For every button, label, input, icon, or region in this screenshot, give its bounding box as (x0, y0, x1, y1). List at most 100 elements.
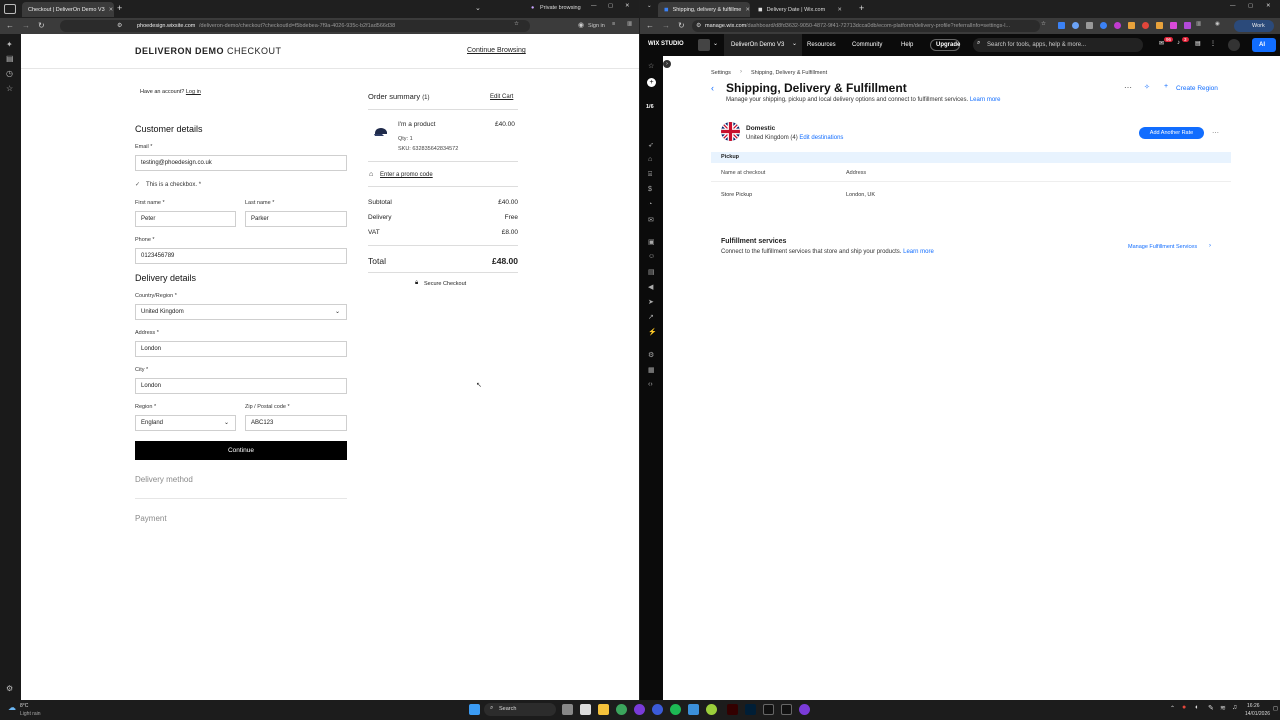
close-icon[interactable]: ✕ (745, 7, 750, 13)
store-icon[interactable]: ⌸ (648, 171, 652, 179)
maximize-icon[interactable]: ▢ (608, 3, 613, 9)
last-name-field[interactable]: Parker (245, 211, 347, 227)
site-info-icon[interactable]: ⚙ (696, 22, 701, 29)
tray-app-icon[interactable]: ◐ (1195, 704, 1199, 711)
account-icon[interactable]: ◉ (578, 21, 584, 29)
more-icon[interactable]: ⋯ (1212, 129, 1219, 137)
close-window-icon[interactable]: ✕ (1266, 3, 1271, 9)
back-arrow-icon[interactable]: ‹ (711, 83, 714, 93)
tab-shipping[interactable]: ◼ Shipping, delivery & fulfillme ✕ (658, 2, 750, 17)
first-name-field[interactable]: Peter (135, 211, 236, 227)
rocket-icon[interactable]: ➶ (648, 141, 654, 149)
history-icon[interactable]: ◷ (6, 69, 13, 78)
sidebar-toggle-icon[interactable] (4, 4, 16, 14)
extension-icon[interactable] (1114, 22, 1121, 29)
tab-list-icon[interactable]: ⌄ (647, 3, 652, 9)
app-icon[interactable] (706, 704, 717, 715)
more-icon[interactable]: ⋯ (1124, 83, 1132, 92)
extension-icon[interactable] (1184, 22, 1191, 29)
menu-icon[interactable]: ≡ (612, 21, 615, 27)
plus-icon[interactable]: + (1164, 83, 1168, 90)
extension-icon[interactable] (1142, 22, 1149, 29)
fulfillment-learn-more-link[interactable]: Learn more (903, 249, 934, 255)
phone-field[interactable]: 0123456789 (135, 248, 347, 264)
media-icon[interactable]: ▣ (648, 238, 655, 246)
close-window-icon[interactable]: ✕ (625, 3, 630, 9)
chevron-down-icon[interactable]: ⌄ (713, 40, 718, 47)
minimize-icon[interactable]: — (1230, 3, 1236, 9)
sparkle-icon[interactable]: ✧ (1144, 83, 1150, 91)
continue-button[interactable]: Continue (135, 441, 347, 460)
illustrator-icon[interactable] (727, 704, 738, 715)
chevron-down-icon[interactable]: ⌄ (475, 4, 481, 12)
minimize-icon[interactable]: — (591, 3, 597, 9)
extension-icon[interactable] (1128, 22, 1135, 29)
reload-icon[interactable]: ↻ (38, 21, 45, 30)
tab-delivery-date[interactable]: ◼ Delivery Date | Wix.com ✕ (752, 2, 848, 17)
tab-checkout[interactable]: Checkout | DeliverOn Demo V3 ✕ (22, 2, 114, 17)
booking-icon[interactable]: ◔ (648, 201, 652, 208)
continue-browsing-link[interactable]: Continue Browsing (467, 47, 526, 54)
site-thumbnail[interactable] (698, 39, 710, 51)
wix-logo[interactable]: WIX STUDIO (648, 41, 684, 47)
collapse-icon[interactable]: › (663, 60, 671, 68)
start-icon[interactable] (469, 704, 480, 715)
sidebar-panel-icon[interactable]: ▥ (1196, 21, 1201, 27)
bookmarks-icon[interactable]: ▤ (6, 54, 14, 63)
weather-icon[interactable]: ☁ (8, 703, 16, 712)
star-icon[interactable]: ☆ (514, 21, 519, 27)
tray-app-icon[interactable]: ● (1182, 704, 1186, 711)
forward-icon[interactable]: → (22, 21, 30, 30)
chrome-icon[interactable] (616, 704, 627, 715)
file-explorer-icon[interactable] (598, 704, 609, 715)
apps-icon[interactable]: ⋮ (1210, 40, 1216, 47)
avatar[interactable] (1228, 39, 1240, 51)
sidebar-panel-icon[interactable]: ▥ (627, 21, 632, 27)
maximize-icon[interactable]: ▢ (1248, 3, 1253, 9)
profile-icon[interactable]: ◉ (1215, 21, 1220, 27)
email-field[interactable]: testing@phoedesign.co.uk (135, 155, 347, 171)
extension-icon[interactable] (1156, 22, 1163, 29)
star-icon[interactable]: ☆ (1041, 21, 1046, 27)
reload-icon[interactable]: ↻ (678, 21, 685, 30)
new-tab-icon[interactable]: + (117, 3, 122, 13)
wifi-icon[interactable]: ≋ (1220, 704, 1226, 712)
app-icon[interactable] (799, 704, 810, 715)
promo-code-link[interactable]: Enter a promo code (380, 172, 433, 178)
page-icon[interactable]: ▤ (648, 268, 655, 276)
manage-fulfillment-link[interactable]: Manage Fulfillment Services (1128, 244, 1197, 250)
extension-icon[interactable] (1058, 22, 1065, 29)
clock-date[interactable]: 14/01/2026 (1245, 711, 1270, 717)
send-icon[interactable]: ➤ (648, 298, 654, 306)
home-icon[interactable]: ⌂ (648, 156, 652, 163)
zip-field[interactable]: ABC123 (245, 415, 347, 431)
payments-icon[interactable]: $ (648, 186, 652, 193)
automation-icon[interactable]: ⚡ (648, 328, 657, 336)
volume-icon[interactable]: ♫ (1232, 704, 1237, 711)
region-select[interactable]: England ⌄ (135, 415, 236, 431)
taskbar-search[interactable] (484, 703, 556, 716)
login-link[interactable]: Log in (186, 89, 201, 95)
notifications-icon[interactable]: ♪ (1177, 40, 1180, 46)
marketing-icon[interactable]: ◀ (648, 283, 653, 291)
close-icon[interactable]: ✕ (109, 7, 114, 13)
widgets-icon[interactable] (562, 704, 573, 715)
code-icon[interactable]: ‹› (648, 381, 653, 388)
new-tab-icon[interactable]: + (859, 3, 864, 13)
ai-icon[interactable]: ✦ (6, 40, 13, 49)
settings-icon[interactable]: ⚙ (6, 684, 13, 693)
city-field[interactable]: London (135, 378, 347, 394)
site-info-icon[interactable]: ⚙ (117, 22, 122, 29)
address-field[interactable]: London (135, 341, 347, 357)
inbox-icon[interactable]: ✉ (648, 216, 654, 224)
setup-progress[interactable]: 1/6 (646, 104, 654, 110)
settings-icon[interactable]: ⚙ (648, 351, 654, 359)
spotify-icon[interactable] (670, 704, 681, 715)
payment-heading[interactable]: Payment (135, 514, 167, 523)
notifications-icon[interactable]: ◻ (1273, 705, 1278, 712)
inbox-icon[interactable]: ▤ (1195, 40, 1201, 47)
back-icon[interactable]: ← (6, 21, 14, 30)
extension-icon[interactable] (1100, 22, 1107, 29)
breadcrumb-settings[interactable]: Settings (711, 70, 731, 76)
extension-icon[interactable] (1086, 22, 1093, 29)
